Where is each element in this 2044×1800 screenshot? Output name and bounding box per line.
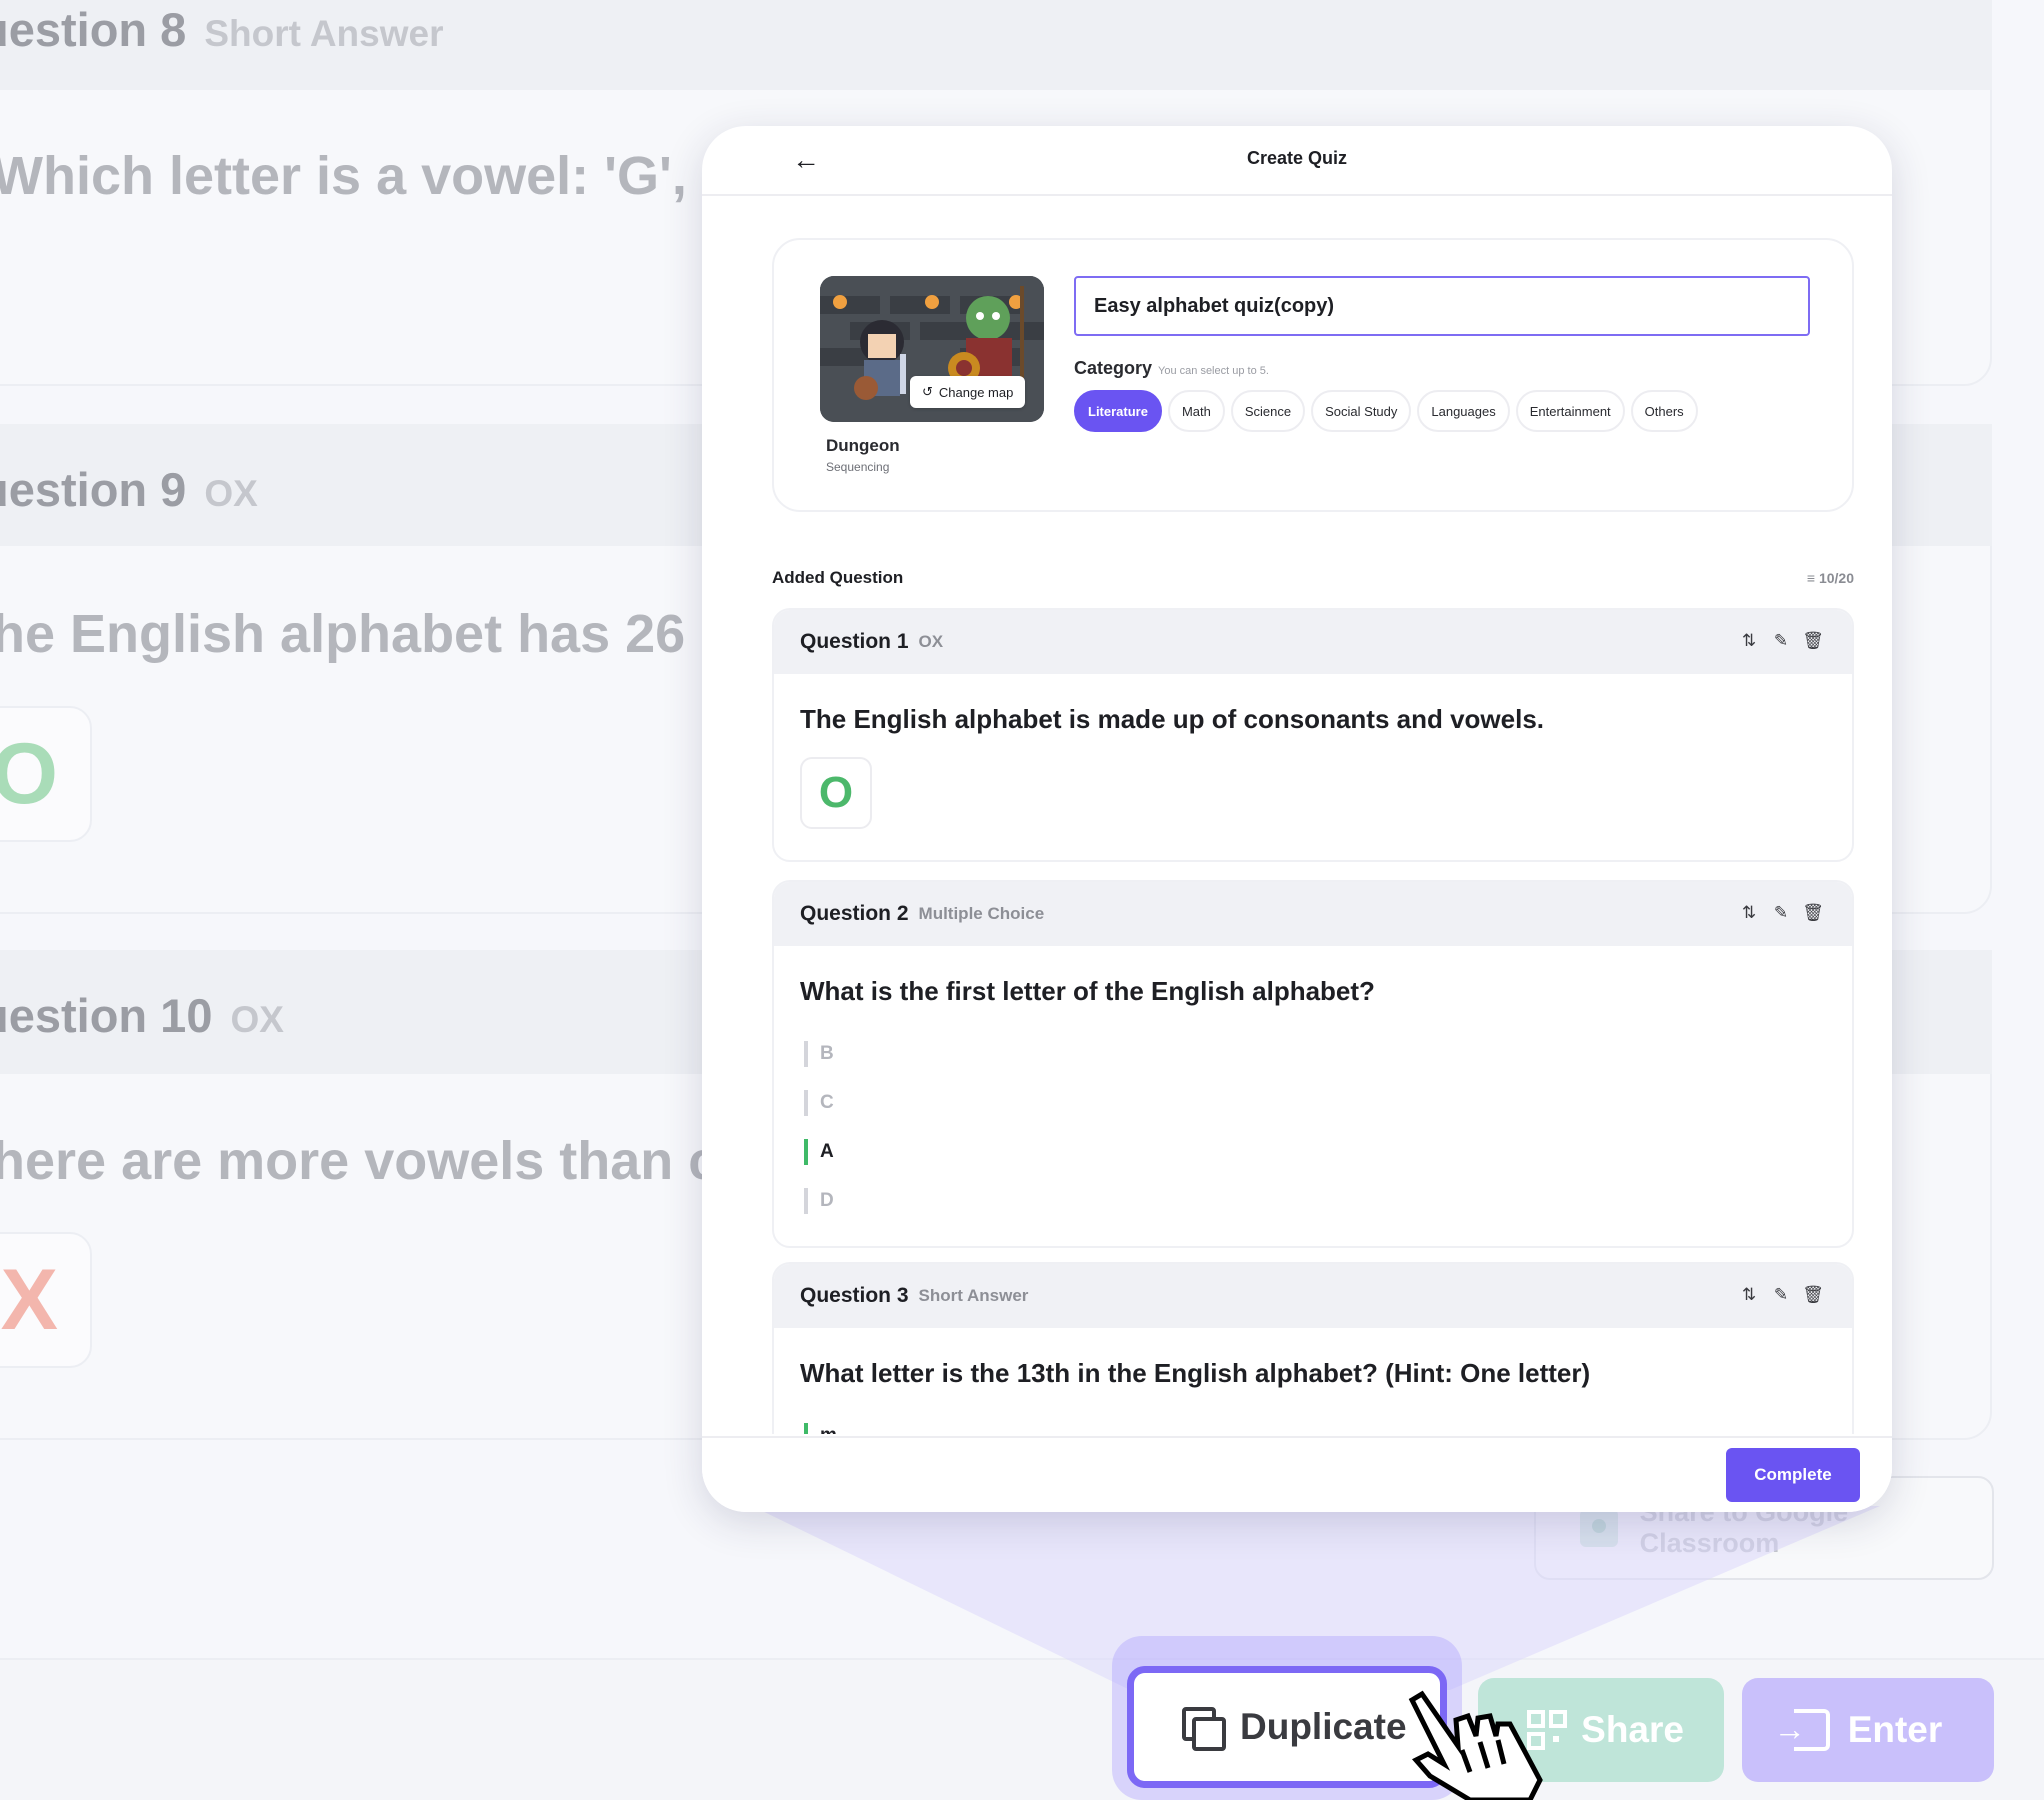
category-chip-languages[interactable]: Languages bbox=[1417, 390, 1510, 432]
question-text: What is the first letter of the English … bbox=[800, 976, 1375, 1006]
quiz-info-card: ↺ Change map Dungeon Sequencing Category… bbox=[772, 238, 1854, 512]
category-hint: You can select up to 5. bbox=[1158, 365, 1269, 377]
change-map-icon: ↺ bbox=[922, 384, 933, 399]
option-item: C bbox=[804, 1078, 1852, 1127]
share-label: Share bbox=[1581, 1709, 1684, 1750]
duplicate-label: Duplicate bbox=[1240, 1706, 1407, 1747]
category-chip-social-study[interactable]: Social Study bbox=[1311, 390, 1412, 432]
change-map-button[interactable]: ↺ Change map bbox=[910, 376, 1026, 408]
enter-icon bbox=[1774, 1709, 1830, 1751]
swap-icon[interactable]: ⇅ bbox=[1740, 630, 1758, 652]
question-tools: ⇅ ✎ 🗑 bbox=[1740, 630, 1824, 652]
enter-label: Enter bbox=[1847, 1709, 1943, 1750]
category-heading: Category You can select up to 5. bbox=[1074, 358, 1269, 379]
question-card: Question 2 Multiple Choice ⇅ ✎ 🗑 What is… bbox=[772, 880, 1854, 1248]
category-chip-math[interactable]: Math bbox=[1167, 390, 1225, 432]
added-question-heading: Added Question bbox=[772, 568, 904, 587]
question-header: Question 3 Short Answer bbox=[774, 1264, 1852, 1328]
edit-icon[interactable]: ✎ bbox=[1772, 1284, 1790, 1306]
question-card: Question 3 Short Answer ⇅ ✎ 🗑 What lette… bbox=[772, 1262, 1854, 1434]
map-thumbnail[interactable]: ↺ Change map bbox=[820, 276, 1044, 422]
modal-title: Create Quiz bbox=[1246, 148, 1348, 168]
edit-icon[interactable]: ✎ bbox=[1772, 630, 1790, 652]
question-number: Question 1 bbox=[800, 630, 909, 653]
ox-answer: O bbox=[800, 757, 872, 829]
create-quiz-modal: ← Create Quiz ↺ Change map Dungeon Seque… bbox=[702, 126, 1892, 1512]
duplicate-button[interactable]: Duplicate bbox=[1127, 1666, 1447, 1788]
category-chip-others[interactable]: Others bbox=[1630, 390, 1698, 432]
question-type: Multiple Choice bbox=[918, 904, 1045, 923]
category-chips: Literature Math Science Social Study Lan… bbox=[1074, 390, 1698, 432]
option-item: B bbox=[804, 1029, 1852, 1078]
trash-icon[interactable]: 🗑 bbox=[1802, 902, 1824, 924]
pointer-cursor-icon bbox=[1408, 1690, 1543, 1800]
map-name: Dungeon bbox=[826, 436, 900, 455]
question-type: Short Answer bbox=[918, 1286, 1029, 1305]
question-type: OX bbox=[918, 632, 944, 651]
question-text: What letter is the 13th in the English a… bbox=[800, 1358, 1591, 1388]
question-text: The English alphabet is made up of conso… bbox=[800, 704, 1545, 734]
enter-button[interactable]: Enter bbox=[1742, 1678, 1994, 1782]
question-header: Question 1 OX bbox=[774, 610, 1852, 674]
edit-icon[interactable]: ✎ bbox=[1772, 902, 1790, 924]
category-label: Category bbox=[1074, 358, 1153, 378]
swap-icon[interactable]: ⇅ bbox=[1740, 902, 1758, 924]
change-map-label: Change map bbox=[938, 384, 1014, 400]
trash-icon[interactable]: 🗑 bbox=[1802, 1284, 1824, 1306]
list-icon: ≡ bbox=[1806, 570, 1816, 586]
question-number: Question 3 bbox=[800, 1284, 909, 1307]
swap-icon[interactable]: ⇅ bbox=[1740, 1284, 1758, 1306]
modal-footer: Complete bbox=[702, 1436, 1892, 1512]
question-count: ≡ 10/20 bbox=[1806, 570, 1854, 586]
modal-header: ← Create Quiz bbox=[702, 126, 1892, 196]
modal-body: ↺ Change map Dungeon Sequencing Category… bbox=[702, 198, 1892, 1434]
question-header: Question 2 Multiple Choice bbox=[774, 882, 1852, 946]
answer-options: m bbox=[774, 1389, 1852, 1434]
question-tools: ⇅ ✎ 🗑 bbox=[1740, 902, 1824, 924]
option-item-correct: A bbox=[804, 1127, 1852, 1176]
answer-options: B C A D bbox=[774, 1007, 1852, 1225]
duplicate-icon bbox=[1182, 1707, 1226, 1751]
map-subtitle: Sequencing bbox=[826, 460, 890, 474]
quiz-title-input[interactable] bbox=[1074, 276, 1810, 336]
complete-button[interactable]: Complete bbox=[1726, 1448, 1860, 1502]
category-chip-entertainment[interactable]: Entertainment bbox=[1515, 390, 1625, 432]
trash-icon[interactable]: 🗑 bbox=[1802, 630, 1824, 652]
question-number: Question 2 bbox=[800, 902, 909, 925]
question-card: Question 1 OX ⇅ ✎ 🗑 The English alphabet… bbox=[772, 608, 1854, 862]
category-chip-science[interactable]: Science bbox=[1230, 390, 1306, 432]
option-item: D bbox=[804, 1176, 1852, 1225]
category-chip-literature[interactable]: Literature bbox=[1074, 390, 1162, 432]
question-tools: ⇅ ✎ 🗑 bbox=[1740, 1284, 1824, 1306]
short-answer-item: m bbox=[804, 1411, 1852, 1434]
